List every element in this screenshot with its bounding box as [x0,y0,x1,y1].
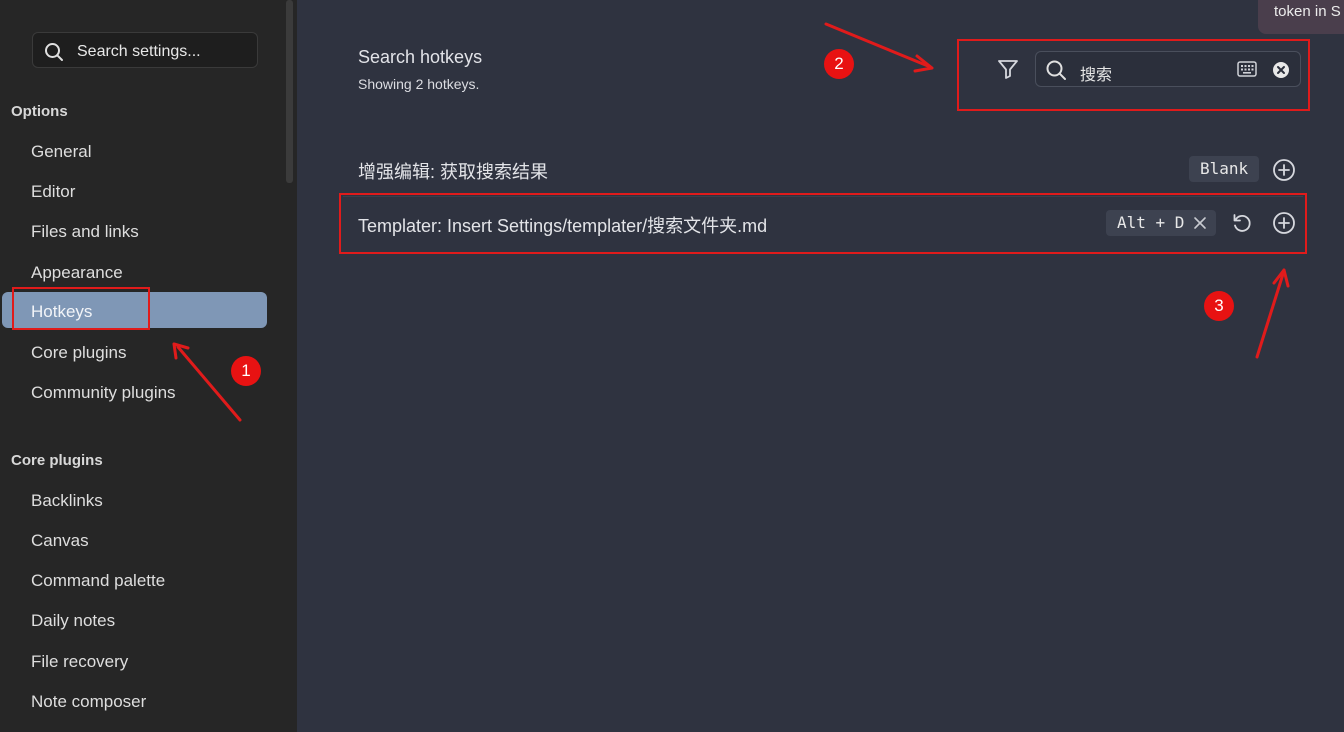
sidebar-item-note-composer[interactable]: Note composer [2,683,267,719]
sidebar-item-label: Community plugins [31,383,176,402]
sidebar-item-general[interactable]: General [2,133,267,169]
sidebar-item-editor[interactable]: Editor [2,173,267,209]
core-plugins-heading: Core plugins [11,452,103,469]
hotkeys-search-title: Search hotkeys [358,47,483,67]
plus-circle-icon[interactable] [1272,158,1296,182]
annotation-box-search [957,39,1310,111]
hotkey-binding: Blank [1189,156,1260,182]
annotation-badge-1: 1 [231,356,261,386]
sidebar-item-label: File recovery [31,652,129,671]
search-icon [45,43,63,61]
sidebar-item-backlinks[interactable]: Backlinks [2,482,267,518]
sidebar-item-daily-notes[interactable]: Daily notes [2,602,267,638]
sidebar-item-core-plugins[interactable]: Core plugins [2,334,267,370]
sidebar-item-command-palette[interactable]: Command palette [2,562,267,598]
sidebar-item-label: Backlinks [31,491,103,510]
sidebar-item-canvas[interactable]: Canvas [2,522,267,558]
sidebar-item-appearance[interactable]: Appearance [2,254,267,290]
tooltip-text: token in S [1274,3,1341,20]
annotation-box-hotkeys [12,287,150,330]
tooltip: token in S [1258,0,1344,34]
options-heading: Options [11,103,68,120]
settings-search-input[interactable]: Search settings... [32,32,258,68]
sidebar-item-label: Files and links [31,222,139,241]
sidebar-item-label: Canvas [31,531,89,550]
sidebar-scrollbar[interactable] [286,0,293,183]
annotation-badge-3: 3 [1204,291,1234,321]
annotation-box-row [339,193,1307,254]
sidebar-item-file-recovery[interactable]: File recovery [2,643,267,679]
hotkey-command-name: 增强编辑: 获取搜索结果 [358,162,549,182]
sidebar-item-files-and-links[interactable]: Files and links [2,213,267,249]
sidebar-item-label: General [31,142,92,161]
annotation-badge-2: 2 [824,49,854,79]
sidebar-item-community-plugins[interactable]: Community plugins [2,374,267,410]
hotkeys-count: Showing 2 hotkeys. [358,76,480,92]
sidebar-item-label: Daily notes [31,611,116,630]
sidebar-item-label: Editor [31,182,76,201]
sidebar-item-label: Note composer [31,692,147,711]
sidebar-item-label: Core plugins [31,343,127,362]
settings-search-placeholder: Search settings... [77,43,201,60]
sidebar-item-label: Command palette [31,571,166,590]
sidebar-item-label: Appearance [31,263,123,282]
